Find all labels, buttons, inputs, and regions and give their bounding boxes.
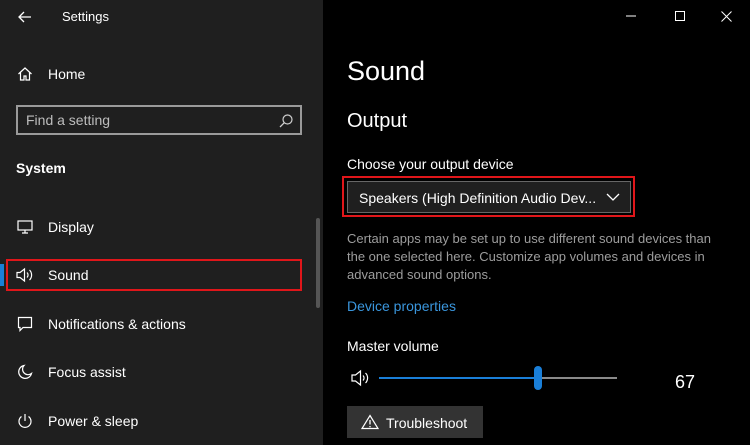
search-icon[interactable] (278, 113, 294, 129)
home-icon (16, 65, 34, 83)
sidebar-item-label: Focus assist (48, 364, 126, 380)
master-volume-slider[interactable] (379, 366, 617, 390)
troubleshoot-label: Troubleshoot (386, 415, 468, 431)
page-title: Sound (347, 56, 426, 86)
master-volume-value: 67 (675, 372, 696, 392)
sidebar-item-focus-assist[interactable]: Focus assist (0, 355, 318, 389)
troubleshoot-button[interactable]: Troubleshoot (347, 406, 483, 438)
monitor-icon (16, 218, 34, 236)
sidebar: Settings Home System Display (0, 0, 323, 445)
chevron-down-icon (606, 193, 620, 201)
sidebar-item-label: Notifications & actions (48, 316, 186, 332)
power-icon (16, 412, 34, 430)
output-device-value: Speakers (High Definition Audio Dev... (359, 190, 597, 206)
sidebar-item-label: Display (48, 219, 94, 235)
output-device-label: Choose your output device (347, 156, 514, 172)
search-input[interactable] (26, 111, 266, 129)
sidebar-item-power-sleep[interactable]: Power & sleep (0, 404, 318, 438)
main-content: Sound Output Choose your output device S… (323, 0, 750, 445)
notification-icon (16, 315, 34, 333)
slider-thumb[interactable] (534, 366, 543, 390)
sidebar-item-label: Sound (48, 267, 89, 283)
close-button[interactable] (712, 4, 740, 28)
sidebar-item-label: Power & sleep (48, 413, 139, 429)
output-heading: Output (347, 110, 408, 132)
sidebar-item-display[interactable]: Display (0, 210, 318, 244)
close-icon (720, 10, 732, 22)
sidebar-scrollbar[interactable] (316, 218, 320, 308)
app-title: Settings (62, 9, 109, 24)
maximize-icon (675, 11, 685, 21)
moon-icon (16, 363, 34, 381)
device-properties-link[interactable]: Device properties (347, 298, 456, 314)
sidebar-item-sound[interactable]: Sound (0, 258, 318, 292)
minimize-button[interactable] (617, 4, 645, 28)
sidebar-item-label: Home (48, 66, 86, 82)
section-title: System (16, 160, 66, 176)
speaker-icon[interactable] (351, 369, 371, 387)
selection-indicator (0, 264, 4, 286)
master-volume-label: Master volume (347, 338, 439, 354)
slider-fill (379, 377, 539, 379)
sidebar-item-home[interactable]: Home (0, 58, 323, 90)
minimize-icon (626, 15, 636, 17)
output-device-dropdown[interactable]: Speakers (High Definition Audio Dev... (347, 181, 631, 213)
back-button[interactable] (14, 6, 36, 28)
back-arrow-icon (18, 11, 31, 23)
search-box[interactable] (16, 105, 302, 135)
maximize-button[interactable] (666, 4, 694, 28)
sidebar-item-notifications[interactable]: Notifications & actions (0, 307, 318, 341)
output-description: Certain apps may be set up to use differ… (347, 231, 711, 282)
speaker-icon (16, 266, 34, 284)
warning-icon (361, 414, 379, 430)
